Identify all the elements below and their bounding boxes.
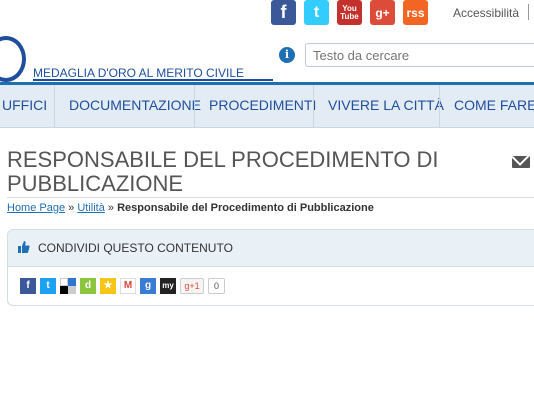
share-delicious-icon[interactable] (60, 278, 76, 294)
breadcrumb-separator: » (68, 202, 75, 214)
share-diigo-icon[interactable]: d (80, 278, 96, 294)
youtube-icon[interactable]: You Tube (337, 0, 362, 25)
share-myspace-icon[interactable]: my (160, 278, 176, 294)
share-facebook-icon[interactable]: f (20, 278, 36, 294)
delicious-quad-black (60, 286, 68, 294)
googleplus-count: 0 (208, 278, 225, 294)
breadcrumb-separator: » (107, 202, 115, 214)
breadcrumb-parent-link[interactable]: Utilità (77, 202, 105, 214)
logo-underline (33, 79, 273, 81)
nav-separator (54, 85, 55, 127)
logo-text[interactable]: MEDAGLIA D'ORO AL MERITO CIVILE (33, 66, 244, 80)
info-icon[interactable]: i (279, 47, 295, 63)
youtube-icon-line2: Tube (340, 11, 359, 21)
share-favorites-icon[interactable]: ★ (100, 278, 116, 294)
title-divider (7, 197, 534, 198)
main-nav: UFFICI DOCUMENTAZIONE PROCEDIMENTI VIVER… (0, 85, 534, 128)
share-panel: CONDIVIDI QUESTO CONTENUTO f t d ★ M g m… (7, 229, 534, 306)
delicious-quad-blue (68, 278, 76, 286)
share-google-icon[interactable]: g (140, 278, 156, 294)
nav-separator (194, 85, 195, 127)
share-panel-header: CONDIVIDI QUESTO CONTENUTO (8, 230, 534, 267)
nav-item-procedimenti[interactable]: PROCEDIMENTI (209, 85, 316, 127)
logo-mark[interactable] (0, 36, 26, 82)
googleplus-icon[interactable]: g+ (370, 0, 395, 25)
breadcrumb: Home Page » Utilità » Responsabile del P… (7, 202, 374, 214)
share-twitter-icon[interactable]: t (40, 278, 56, 294)
twitter-icon[interactable]: t (304, 0, 329, 25)
nav-item-come-fare[interactable]: COME FARE P (454, 85, 534, 127)
share-gmail-icon[interactable]: M (120, 278, 136, 294)
mail-icon[interactable] (512, 156, 530, 168)
facebook-icon[interactable]: f (271, 0, 296, 25)
search-input[interactable] (305, 43, 534, 67)
nav-item-documentazione[interactable]: DOCUMENTAZIONE (69, 85, 201, 127)
nav-separator (439, 85, 440, 127)
page-title: RESPONSABILE DEL PROCEDIMENTO DI PUBBLIC… (7, 147, 439, 196)
share-panel-title: CONDIVIDI QUESTO CONTENUTO (38, 241, 233, 255)
rss-icon[interactable]: rss (403, 0, 428, 25)
breadcrumb-current: Responsabile del Procedimento di Pubblic… (117, 202, 374, 214)
nav-item-uffici[interactable]: UFFICI (2, 85, 47, 127)
thumbs-up-icon (18, 241, 30, 253)
accessibility-link[interactable]: Accessibilità (453, 6, 519, 20)
header-divider (528, 4, 529, 20)
nav-separator (313, 85, 314, 127)
nav-item-vivere-la-citta[interactable]: VIVERE LA CITTÀ (328, 85, 444, 127)
googleplus-one-button[interactable]: g+1 (180, 278, 204, 294)
breadcrumb-home-link[interactable]: Home Page (7, 202, 65, 214)
delicious-quad-white (60, 278, 68, 286)
delicious-quad-gray (68, 286, 76, 294)
